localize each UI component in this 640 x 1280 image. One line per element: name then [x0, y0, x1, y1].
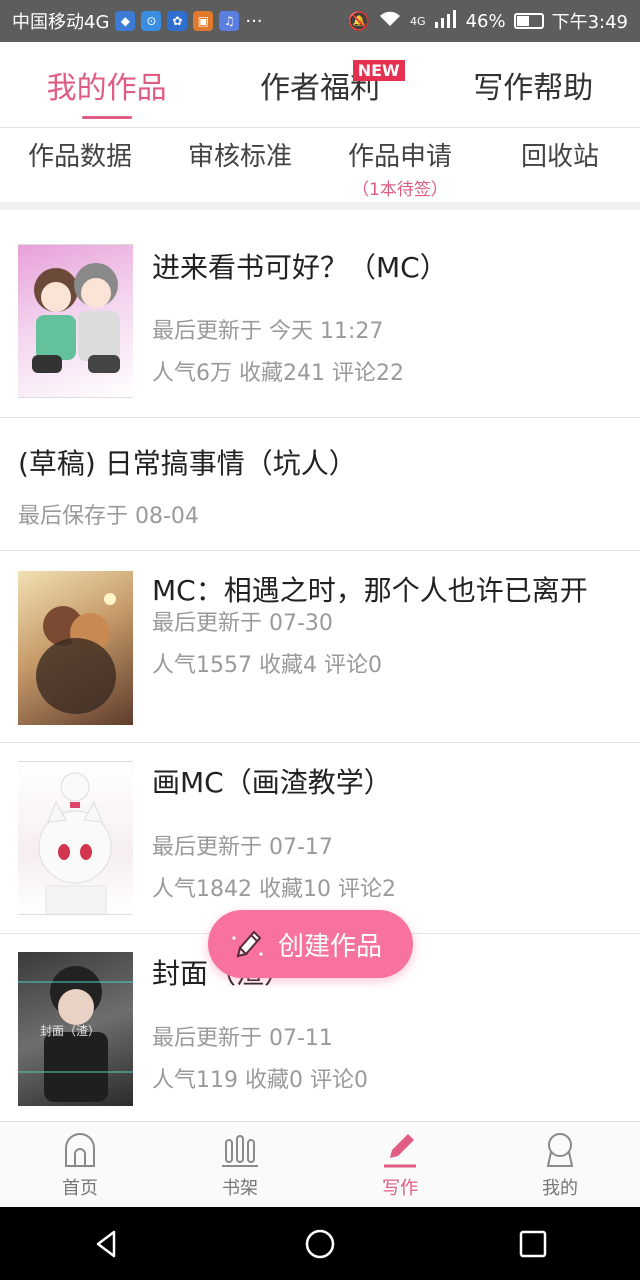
sub-navigation: 作品数据 审核标准 作品申请 （1本待签） 回收站 — [0, 128, 640, 202]
work-cover-image — [18, 244, 133, 398]
top-tabs: 我的作品 作者福利 NEW 写作帮助 — [0, 42, 640, 128]
work-title: 进来看书可好？（MC） — [152, 251, 448, 284]
home-icon — [65, 1132, 95, 1167]
status-bar: 中国移动4G ◆ ⊙ ✿ ▣ ♫ ··· 🔕 4G 46% 下午3:49 — [0, 0, 640, 42]
work-updated: 最后更新于 07-17 — [152, 835, 333, 860]
subnav-label: 作品数据 — [27, 142, 132, 172]
screen: 中国移动4G ◆ ⊙ ✿ ▣ ♫ ··· 🔕 4G 46% 下午3:49 我的作… — [0, 0, 640, 1280]
work-item[interactable]: 画MC（画渣教学） 最后更新于 07-17 人气1842 收藏10 评论2 — [0, 743, 640, 934]
draft-item[interactable]: (草稿) 日常搞事情（坑人） 最后保存于 08-04 — [0, 418, 640, 551]
home-circle-icon[interactable] — [303, 1227, 337, 1261]
work-cover-image — [18, 761, 133, 915]
nav-home[interactable]: 首页 — [0, 1122, 160, 1207]
music-app-icon: ♫ — [219, 11, 240, 31]
clock: 下午3:49 — [551, 12, 628, 33]
baidu-app-icon: ✿ — [167, 11, 188, 31]
mute-icon: 🔕 — [347, 10, 371, 32]
nav-label: 写作 — [382, 1177, 418, 1199]
battery-percent: 46% — [465, 10, 506, 32]
pencil-icon — [232, 930, 263, 958]
nav-label: 首页 — [62, 1177, 98, 1199]
carrier-label: 中国移动4G — [12, 12, 110, 33]
work-info: 画MC（画渣教学） 最后更新于 07-17 人气1842 收藏10 评论2 — [152, 761, 622, 906]
nav-label: 我的 — [542, 1177, 578, 1199]
tab-label: 写作帮助 — [473, 70, 594, 106]
recents-icon[interactable] — [516, 1227, 550, 1261]
back-icon[interactable] — [90, 1227, 124, 1261]
shield-app-icon: ◆ — [115, 11, 136, 31]
wifi-share-icon: ⊙ — [141, 11, 162, 31]
work-cover-image — [18, 571, 133, 725]
bookshelf-icon — [222, 1134, 258, 1167]
work-stats: 人气6万 收藏241 评论22 — [152, 361, 404, 386]
reader-app-icon: ▣ — [193, 11, 214, 31]
subnav-label: 审核标准 — [187, 142, 292, 172]
work-cover-image: 封面（渣） — [18, 952, 133, 1106]
subnav-work-application[interactable]: 作品申请 （1本待签） — [320, 128, 480, 202]
system-navigation-bar — [0, 1207, 640, 1280]
subnav-label: 作品申请 — [347, 142, 452, 172]
pen-icon — [384, 1133, 416, 1167]
work-updated: 最后更新于 07-11 — [152, 1026, 333, 1051]
signal-icon — [434, 9, 458, 33]
create-work-button[interactable]: 创建作品 — [208, 910, 413, 978]
work-item[interactable]: MC：相遇之时，那个人也许已离开 最后更新于 07-30 人气1557 收藏4 … — [0, 551, 640, 743]
battery-icon — [513, 13, 544, 29]
tab-writing-help[interactable]: 写作帮助 — [427, 42, 640, 127]
tab-author-benefits[interactable]: 作者福利 NEW — [213, 42, 426, 127]
subnav-works-data[interactable]: 作品数据 — [0, 128, 160, 202]
work-title: MC：相遇之时，那个人也许已离开 — [152, 574, 588, 607]
subnav-label: 回收站 — [520, 142, 599, 172]
subnav-recycle-bin[interactable]: 回收站 — [480, 128, 640, 202]
more-notifications: ··· — [245, 10, 263, 32]
nav-mine[interactable]: 我的 — [480, 1122, 640, 1207]
create-work-label: 创建作品 — [278, 931, 383, 962]
section-divider — [0, 202, 640, 210]
wifi-icon — [378, 10, 402, 33]
draft-title: (草稿) 日常搞事情（坑人） — [18, 447, 357, 480]
work-updated: 最后更新于 今天 11:27 — [152, 319, 384, 344]
subnav-review-standard[interactable]: 审核标准 — [160, 128, 320, 202]
draft-saved: 最后保存于 08-04 — [18, 504, 199, 529]
works-list: 进来看书可好？（MC） 最后更新于 今天 11:27 人气6万 收藏241 评论… — [0, 210, 640, 1122]
work-stats: 人气1557 收藏4 评论0 — [152, 653, 382, 678]
profile-icon — [546, 1132, 574, 1167]
cover-caption: 封面（渣） — [40, 1024, 101, 1038]
work-stats: 人气119 收藏0 评论0 — [152, 1068, 368, 1093]
tab-my-works[interactable]: 我的作品 — [0, 42, 213, 127]
pending-sign-note: （1本待签） — [352, 180, 448, 200]
work-updated: 最后更新于 07-30 — [152, 611, 333, 636]
work-stats: 人气1842 收藏10 评论2 — [152, 877, 396, 902]
work-info: MC：相遇之时，那个人也许已离开 最后更新于 07-30 人气1557 收藏4 … — [152, 571, 622, 682]
tab-label: 我的作品 — [46, 70, 167, 106]
work-item[interactable]: 进来看书可好？（MC） 最后更新于 今天 11:27 人气6万 收藏241 评论… — [0, 210, 640, 418]
nav-label: 书架 — [222, 1177, 258, 1199]
work-title: 画MC（画渣教学） — [152, 766, 392, 799]
bottom-navigation: 首页 书架 写作 我的 — [0, 1121, 640, 1207]
signal-label: 4G — [410, 14, 426, 28]
nav-bookshelf[interactable]: 书架 — [160, 1122, 320, 1207]
work-info: 进来看书可好？（MC） 最后更新于 今天 11:27 人气6万 收藏241 评论… — [152, 244, 622, 390]
nav-write[interactable]: 写作 — [320, 1122, 480, 1207]
new-badge: NEW — [352, 60, 405, 81]
